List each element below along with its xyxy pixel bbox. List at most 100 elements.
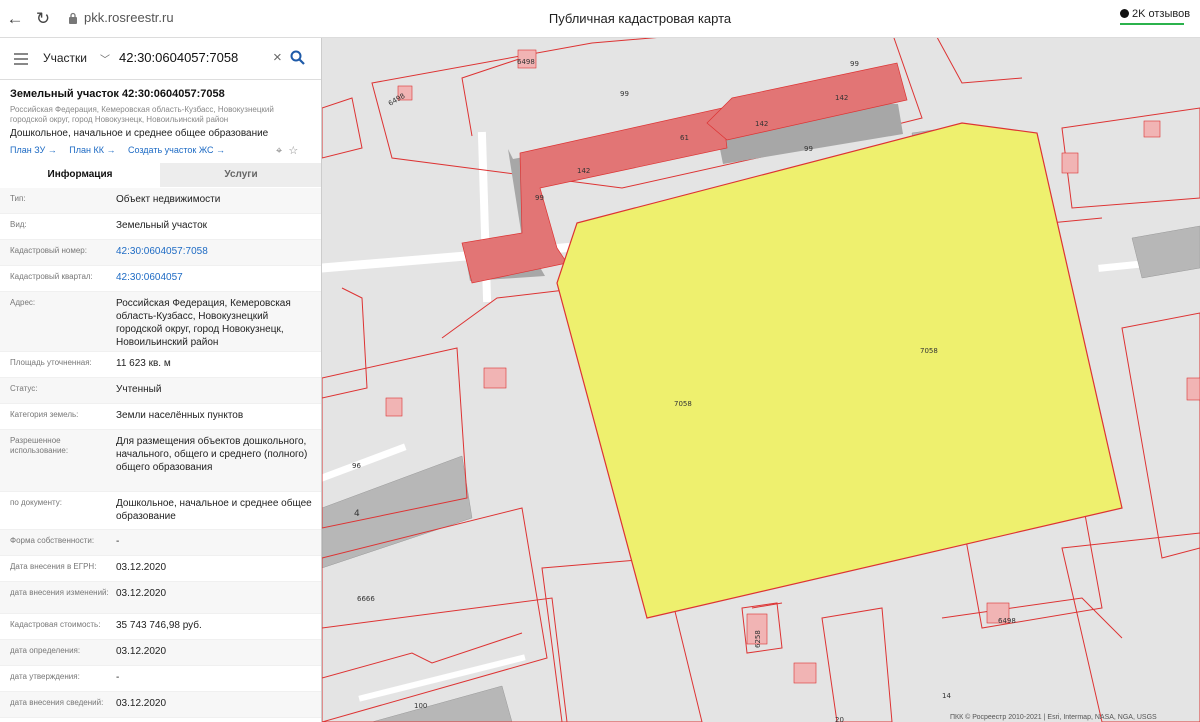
attribute-key: дата внесения изменений: [10, 588, 109, 597]
building-number-b: 142 [755, 120, 768, 128]
attribute-value: Земли населённых пунктов [116, 410, 244, 421]
star-icon[interactable]: ☆ [288, 145, 298, 157]
attribute-row: дата определения: 03.12.2020 [0, 640, 321, 666]
attribute-row: Тип: Объект недвижимости [0, 188, 321, 214]
attribute-value: Дошкольное, начальное и среднее общее об… [116, 498, 312, 522]
parcel-label-b: 7058 [674, 400, 692, 408]
page-title: Публичная кадастровая карта [548, 11, 732, 26]
attribute-value: - [116, 536, 120, 547]
house-number-99-b: 99 [804, 145, 813, 153]
attribute-key: дата определения: [10, 646, 81, 655]
attribute-key: Кадастровый номер: [10, 246, 87, 255]
attribute-row: Кадастровая стоимость: 35 743 746,98 руб. [0, 614, 321, 640]
clear-icon[interactable]: × [273, 49, 282, 66]
create-parcel-link[interactable]: Создать участок ЖС → [128, 145, 225, 155]
attribute-value: 03.12.2020 [116, 562, 167, 573]
attribute-value: 03.12.2020 [116, 698, 167, 709]
attribute-row: Форма собственности: - [0, 530, 321, 556]
chevron-down-icon[interactable]: ﹀ [100, 51, 110, 66]
house-number-99-d: 99 [850, 60, 859, 68]
object-links: План ЗУ → План КК → Создать участок ЖС → [10, 145, 235, 155]
menu-icon[interactable] [14, 53, 28, 65]
attribute-key: Кадастровая стоимость: [10, 620, 101, 629]
attributes-list: Тип: Объект недвижимости Вид: Земельный уча… [0, 188, 321, 718]
house-number-96: 96 [352, 462, 361, 470]
attribute-key: Форма собственности: [10, 536, 95, 545]
attribute-value: Для размещения объектов дошкольного, нач… [116, 436, 308, 473]
attribute-value: Земельный участок [116, 220, 208, 231]
attribute-value: Учтенный [116, 384, 162, 395]
attribute-key: Адрес: [10, 298, 36, 307]
attribute-value: 03.12.2020 [116, 646, 167, 657]
attribute-key: дата утверждения: [10, 672, 80, 681]
house-number-14: 14 [942, 692, 951, 700]
attribute-value: 03.12.2020 [116, 588, 167, 599]
object-actions: ⌖ ☆ [276, 144, 298, 158]
tabs: Информация Услуги [0, 163, 321, 187]
attribute-key: Категория земель: [10, 410, 79, 419]
attribute-key: Кадастровый квартал: [10, 272, 93, 281]
attribute-key: Площадь уточненная: [10, 358, 92, 367]
attribute-value[interactable]: 42:30:0604057:7058 [116, 245, 312, 258]
attribute-row: Категория земель: Земли населённых пункто… [0, 404, 321, 430]
attribute-row: дата внесения сведений: 03.12.2020 [0, 692, 321, 718]
reviews-underline [1120, 23, 1184, 25]
object-address: Российская Федерация, Кемеровская област… [10, 105, 274, 124]
attribute-row: Кадастровый квартал: 42:30:0604057 [0, 266, 321, 292]
attribute-row: дата утверждения: - [0, 666, 321, 692]
building-number-a: 142 [577, 167, 590, 175]
tab-services[interactable]: Услуги [160, 163, 321, 187]
attribute-row: по документу: Дошкольное, начальное и сре… [0, 492, 321, 530]
house-number-99-c: 99 [535, 194, 544, 202]
search-bar: Участки ﹀ 42:30:0604057:7058 × [0, 38, 321, 80]
attribute-row: Дата внесения в ЕГРН: 03.12.2020 [0, 556, 321, 582]
plan-zu-link[interactable]: План ЗУ → [10, 145, 57, 155]
attribute-key: Статус: [10, 384, 38, 393]
parcel-label-a: 7058 [920, 347, 938, 355]
attribute-key: Вид: [10, 220, 27, 229]
reviews-button[interactable]: 2K отзывов [1120, 8, 1191, 25]
search-input[interactable]: 42:30:0604057:7058 [119, 50, 238, 65]
attribute-row: Кадастровый номер: 42:30:0604057:7058 [0, 240, 321, 266]
house-number-20: 20 [835, 716, 844, 722]
house-number-99-a: 99 [620, 90, 629, 98]
attribute-row: Площадь уточненная: 11 623 кв. м [0, 352, 321, 378]
attribute-value: 35 743 746,98 руб. [116, 620, 202, 631]
house-number-100: 100 [414, 702, 427, 710]
shed-label-c: 6498 [998, 617, 1016, 625]
search-category-select[interactable]: Участки [43, 51, 87, 65]
locate-icon[interactable]: ⌖ [276, 145, 282, 157]
parcel-7058-shape [556, 122, 1123, 619]
cadastral-map[interactable]: 7058 7058 61 142 142 142 99 99 99 99 96 … [322, 38, 1200, 722]
building-label: 61 [680, 134, 689, 142]
attribute-value[interactable]: 42:30:0604057 [116, 271, 312, 284]
map-attribution: ПКК © Росреестр 2010-2021 | Esri, Interm… [950, 714, 1157, 721]
object-title: Земельный участок 42:30:0604057:7058 [10, 88, 225, 100]
attribute-row: Статус: Учтенный [0, 378, 321, 404]
attribute-value: Объект недвижимости [116, 194, 221, 205]
reviews-icon [1120, 9, 1129, 18]
search-icon[interactable] [290, 50, 305, 65]
shed-label-d: 6258 [754, 630, 762, 648]
tab-info[interactable]: Информация [0, 163, 160, 187]
parcel-number-6666: 6666 [357, 595, 375, 603]
attribute-value: 11 623 кв. м [116, 358, 171, 369]
browser-bar: ← ↻ pkk.rosreestr.ru Публичная кадастров… [0, 0, 1200, 38]
house-number-4: 4 [354, 509, 360, 519]
attribute-key: Разрешенное использование: [10, 436, 69, 455]
object-use: Дошкольное, начальное и среднее общее об… [10, 128, 269, 139]
attribute-row: Разрешенное использование: Для размещения… [0, 430, 321, 492]
info-sidebar: Участки ﹀ 42:30:0604057:7058 × Земельный… [0, 38, 322, 722]
attribute-row: Адрес: Российская Федерация, Кемеровская … [0, 292, 321, 352]
attribute-value: Российская Федерация, Кемеровская област… [116, 298, 291, 348]
reviews-label: 2K отзывов [1132, 8, 1191, 20]
attribute-value: - [116, 672, 120, 683]
plan-kk-link[interactable]: План КК → [69, 145, 115, 155]
attribute-key: Тип: [10, 194, 26, 203]
attribute-row: дата внесения изменений: 03.12.2020 [0, 582, 321, 614]
map-canvas[interactable]: 7058 7058 61 142 142 142 99 99 99 99 96 … [322, 38, 1200, 722]
shed-label-b: 6498 [387, 92, 406, 108]
attribute-key: Дата внесения в ЕГРН: [10, 562, 97, 571]
attribute-key: по документу: [10, 498, 62, 507]
attribute-key: дата внесения сведений: [10, 698, 104, 707]
